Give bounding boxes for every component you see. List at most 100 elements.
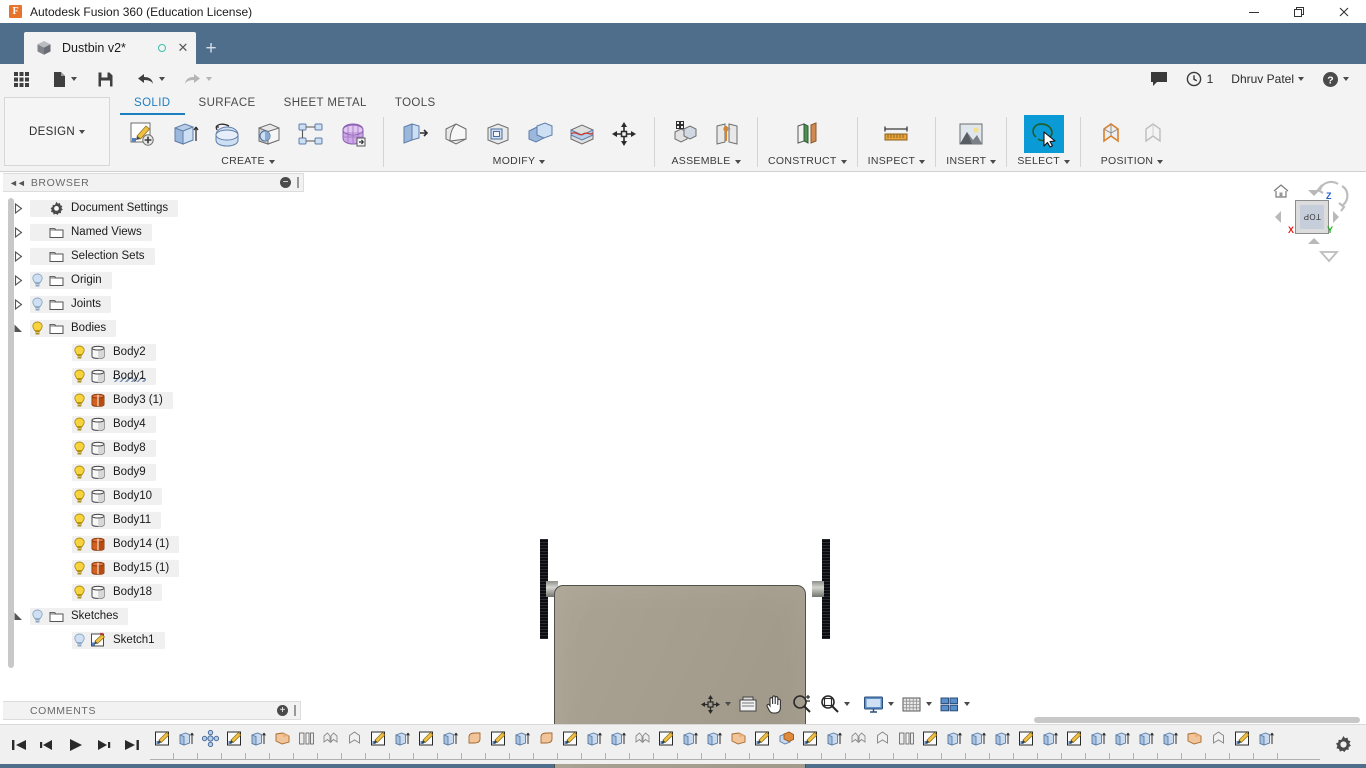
workspace-switcher[interactable]: DESIGN (4, 97, 110, 166)
ribbon-group-select-label[interactable]: SELECT (1017, 155, 1071, 167)
visibility-bulb-icon[interactable] (70, 537, 88, 552)
timeline-feature-extrude[interactable] (438, 727, 462, 751)
viewcube-bottom-arrow[interactable] (1308, 238, 1320, 244)
viewcube-left-arrow[interactable] (1275, 211, 1287, 223)
undo-button[interactable] (131, 65, 170, 93)
timeline-feature-extrude[interactable] (606, 727, 630, 751)
timeline-feature-sketch[interactable] (750, 727, 774, 751)
new-component-button[interactable] (665, 115, 705, 153)
grid-snaps-button[interactable] (898, 692, 935, 716)
browser-node-body2[interactable]: Body2 (0, 340, 304, 364)
browser-node-sketches[interactable]: Sketches (0, 604, 304, 628)
split-face-button[interactable] (562, 115, 602, 153)
browser-node-body1[interactable]: Body1 (0, 364, 304, 388)
measure-button[interactable] (876, 115, 916, 153)
browser-node-body15-1[interactable]: Body15 (1) (0, 556, 304, 580)
visibility-bulb-icon[interactable] (70, 633, 88, 648)
browser-node-origin[interactable]: Origin (0, 268, 304, 292)
browser-tree[interactable]: Document Settings Named Views Selection … (0, 192, 304, 724)
timeline-feature-extrude[interactable] (1134, 727, 1158, 751)
visibility-bulb-icon[interactable] (28, 609, 46, 624)
zoom-button[interactable] (788, 692, 815, 716)
timeline-feature-rect-pattern[interactable] (726, 727, 750, 751)
visibility-bulb-icon[interactable] (70, 345, 88, 360)
align-button[interactable] (1091, 115, 1131, 153)
ribbon-group-insert-label[interactable]: INSERT (946, 155, 997, 167)
browser-scrollbar[interactable] (8, 198, 14, 668)
visibility-bulb-icon[interactable] (70, 393, 88, 408)
revolve-button[interactable] (207, 115, 247, 153)
browser-node-body14-1[interactable]: Body14 (1) (0, 532, 304, 556)
timeline-feature-extrude[interactable] (1038, 727, 1062, 751)
viewcube-right-arrow[interactable] (1333, 211, 1339, 223)
visibility-bulb-icon[interactable] (70, 513, 88, 528)
browser-node-body9[interactable]: Body9 (0, 460, 304, 484)
step-back-button[interactable] (34, 730, 60, 760)
comments-button[interactable] (1141, 64, 1177, 94)
timeline-feature-sketch[interactable] (222, 727, 246, 751)
pan-button[interactable] (762, 692, 787, 716)
tab-tools[interactable]: TOOLS (381, 94, 450, 113)
timeline-feature-sketch[interactable] (654, 727, 678, 751)
tab-sheet-metal[interactable]: SHEET METAL (270, 94, 381, 113)
close-button[interactable] (1321, 0, 1366, 23)
timeline-feature-align[interactable] (342, 727, 366, 751)
ribbon-group-construct-label[interactable]: CONSTRUCT (768, 155, 847, 167)
go-to-beginning-button[interactable] (6, 730, 32, 760)
construct-plane-button[interactable] (787, 115, 827, 153)
browser-node-selection-sets[interactable]: Selection Sets (0, 244, 304, 268)
timeline-feature-move[interactable] (198, 727, 222, 751)
minus-circle-icon[interactable]: − (280, 177, 291, 188)
view-cube[interactable]: TOP X Y Z (1268, 178, 1354, 263)
visibility-bulb-icon[interactable] (70, 417, 88, 432)
viewcube-top-arrow[interactable] (1308, 190, 1320, 196)
timeline-feature-extrude[interactable] (966, 727, 990, 751)
viewcube-bottom-chevron-icon[interactable] (1318, 248, 1340, 266)
create-form-button[interactable] (333, 115, 373, 153)
browser-node-body8[interactable]: Body8 (0, 436, 304, 460)
ribbon-group-assemble-label[interactable]: ASSEMBLE (671, 155, 741, 167)
timeline-feature-extrude[interactable] (510, 727, 534, 751)
ribbon-group-position-label[interactable]: POSITION (1101, 155, 1164, 167)
timeline-feature-sketch[interactable] (558, 727, 582, 751)
fillet-button[interactable] (436, 115, 476, 153)
timeline-feature-extrude[interactable] (1086, 727, 1110, 751)
visibility-bulb-icon[interactable] (70, 585, 88, 600)
pattern-button[interactable] (291, 115, 331, 153)
browser-node-joints[interactable]: Joints (0, 292, 304, 316)
timeline-feature-combine-orange[interactable] (774, 727, 798, 751)
timeline-settings-button[interactable] (1320, 735, 1366, 754)
timeline-feature-sketch[interactable] (366, 727, 390, 751)
timeline-feature-extrude[interactable] (1158, 727, 1182, 751)
fit-button[interactable] (816, 692, 853, 716)
timeline-feature-fillet-orange[interactable] (534, 727, 558, 751)
browser-node-named-views[interactable]: Named Views (0, 220, 304, 244)
timeline-feature-sketch[interactable] (486, 727, 510, 751)
browser-node-document-settings[interactable]: Document Settings (0, 196, 304, 220)
orbit-button[interactable] (697, 692, 734, 716)
play-button[interactable] (62, 730, 88, 760)
minimize-button[interactable] (1231, 0, 1276, 23)
app-grid-button[interactable] (8, 65, 35, 93)
visibility-bulb-icon[interactable] (28, 273, 46, 288)
visibility-bulb-icon[interactable] (70, 465, 88, 480)
visibility-bulb-icon[interactable] (28, 297, 46, 312)
browser-node-body10[interactable]: Body10 (0, 484, 304, 508)
job-status-button[interactable]: 1 (1177, 64, 1223, 94)
visibility-bulb-icon[interactable] (70, 441, 88, 456)
timeline-feature-joint[interactable] (894, 727, 918, 751)
select-button[interactable] (1023, 115, 1064, 153)
timeline-feature-extrude[interactable] (174, 727, 198, 751)
extrude-button[interactable] (165, 115, 205, 153)
browser-node-body18[interactable]: Body18 (0, 580, 304, 604)
timeline-feature-extrude[interactable] (990, 727, 1014, 751)
timeline-feature-rect-pattern[interactable] (270, 727, 294, 751)
look-at-button[interactable] (735, 692, 761, 716)
timeline-feature-extrude[interactable] (702, 727, 726, 751)
timeline-feature-sketch[interactable] (918, 727, 942, 751)
visibility-bulb-icon[interactable] (28, 321, 46, 336)
visibility-bulb-icon[interactable] (70, 369, 88, 384)
hinge-hub-right[interactable] (812, 581, 824, 597)
position-secondary-button[interactable] (1133, 115, 1173, 153)
timeline-feature-mirror[interactable] (630, 727, 654, 751)
